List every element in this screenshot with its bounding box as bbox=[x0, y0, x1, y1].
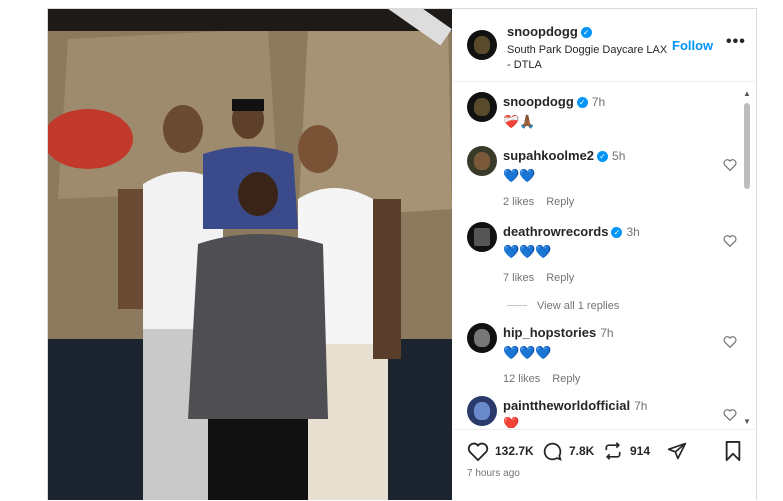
comment-username[interactable]: deathrowrecords bbox=[503, 224, 608, 239]
view-replies-link[interactable]: View all 1 replies bbox=[507, 300, 619, 312]
send-icon bbox=[667, 442, 687, 460]
post-photo[interactable] bbox=[48, 9, 452, 500]
comment-likes[interactable]: 2 likes bbox=[503, 196, 534, 208]
bookmark-icon bbox=[725, 441, 741, 461]
comments-list[interactable]: snoopdogg ✓ 7h ❤️‍🩹🙏🏾 supahkoolme2 ✓ 5h 💙💙 2… bbox=[453, 82, 755, 428]
repost-button[interactable]: 914 bbox=[603, 440, 650, 462]
comment-time: 3h bbox=[626, 225, 640, 239]
likes-count: 132.7K bbox=[495, 444, 534, 458]
comment-text: 💙💙💙 bbox=[503, 244, 552, 259]
like-button[interactable]: 132.7K bbox=[467, 440, 534, 462]
comment-username[interactable]: supahkoolme2 bbox=[503, 148, 594, 163]
commenter-avatar[interactable] bbox=[467, 396, 497, 426]
instagram-post: snoopdogg ✓ South Park Doggie Daycare LAX… bbox=[47, 8, 757, 500]
verified-badge-icon: ✓ bbox=[611, 227, 623, 238]
scroll-down-arrow-icon[interactable]: ▼ bbox=[743, 417, 751, 426]
share-button[interactable] bbox=[667, 440, 687, 462]
comment-bubble-icon bbox=[543, 442, 562, 461]
verified-badge-icon: ✓ bbox=[597, 151, 609, 162]
caption-text: ❤️‍🩹🙏🏾 bbox=[503, 114, 536, 129]
comment-username[interactable]: painttheworldofficial bbox=[503, 398, 630, 413]
location-link[interactable]: South Park Doggie Daycare LAX - DTLA bbox=[507, 43, 672, 73]
author-info: snoopdogg ✓ South Park Doggie Daycare LAX… bbox=[507, 23, 672, 73]
caption-time: 7h bbox=[591, 95, 606, 109]
comment-button[interactable]: 7.8K bbox=[542, 440, 594, 462]
verified-badge-icon: ✓ bbox=[576, 97, 588, 108]
like-comment-heart-icon[interactable] bbox=[723, 158, 737, 171]
reply-button[interactable]: Reply bbox=[552, 373, 580, 385]
author-avatar[interactable] bbox=[467, 30, 497, 60]
divider bbox=[507, 305, 527, 306]
caption-avatar[interactable] bbox=[467, 92, 497, 122]
comments-scrollbar[interactable]: ▲ ▼ bbox=[742, 89, 752, 429]
post-side-panel: snoopdogg ✓ South Park Doggie Daycare LAX… bbox=[453, 9, 755, 500]
caption-username[interactable]: snoopdogg bbox=[503, 94, 574, 109]
commenter-avatar[interactable] bbox=[467, 146, 497, 176]
comment-likes[interactable]: 12 likes bbox=[503, 373, 540, 385]
scroll-up-arrow-icon[interactable]: ▲ bbox=[743, 89, 751, 98]
commenter-avatar[interactable] bbox=[467, 323, 497, 353]
post-actions-bar: 132.7K 7.8K 914 7 hours ago bbox=[453, 429, 755, 501]
follow-button[interactable]: Follow bbox=[672, 38, 713, 53]
verified-badge-icon: ✓ bbox=[580, 27, 592, 38]
photo-illustration bbox=[48, 9, 452, 500]
comment-username[interactable]: hip_hopstories bbox=[503, 325, 596, 340]
like-comment-heart-icon[interactable] bbox=[723, 408, 737, 421]
comment-text: 💙💙💙 bbox=[503, 345, 552, 360]
comment-text: 💙💙 bbox=[503, 168, 536, 183]
comment-time: 5h bbox=[612, 149, 626, 163]
view-replies-label[interactable]: View all 1 replies bbox=[537, 300, 619, 312]
like-comment-heart-icon[interactable] bbox=[723, 335, 737, 348]
comment-time: 7h bbox=[600, 326, 614, 340]
comments-count: 7.8K bbox=[569, 444, 595, 458]
commenter-avatar[interactable] bbox=[467, 222, 497, 252]
comment-text: ❤️ bbox=[503, 416, 520, 428]
repost-icon bbox=[605, 442, 621, 460]
comment-time: 7h bbox=[634, 399, 648, 413]
reply-button[interactable]: Reply bbox=[546, 196, 574, 208]
heart-icon bbox=[467, 442, 489, 461]
more-options-icon[interactable]: ••• bbox=[726, 33, 746, 51]
like-comment-heart-icon[interactable] bbox=[723, 234, 737, 247]
author-username[interactable]: snoopdogg bbox=[507, 24, 578, 39]
scrollbar-thumb[interactable] bbox=[744, 103, 750, 189]
post-header: snoopdogg ✓ South Park Doggie Daycare LAX… bbox=[453, 9, 755, 82]
comment-likes[interactable]: 7 likes bbox=[503, 272, 534, 284]
reposts-count: 914 bbox=[630, 444, 651, 458]
post-timestamp[interactable]: 7 hours ago bbox=[467, 468, 520, 479]
reply-button[interactable]: Reply bbox=[546, 272, 574, 284]
save-button[interactable] bbox=[725, 440, 741, 462]
